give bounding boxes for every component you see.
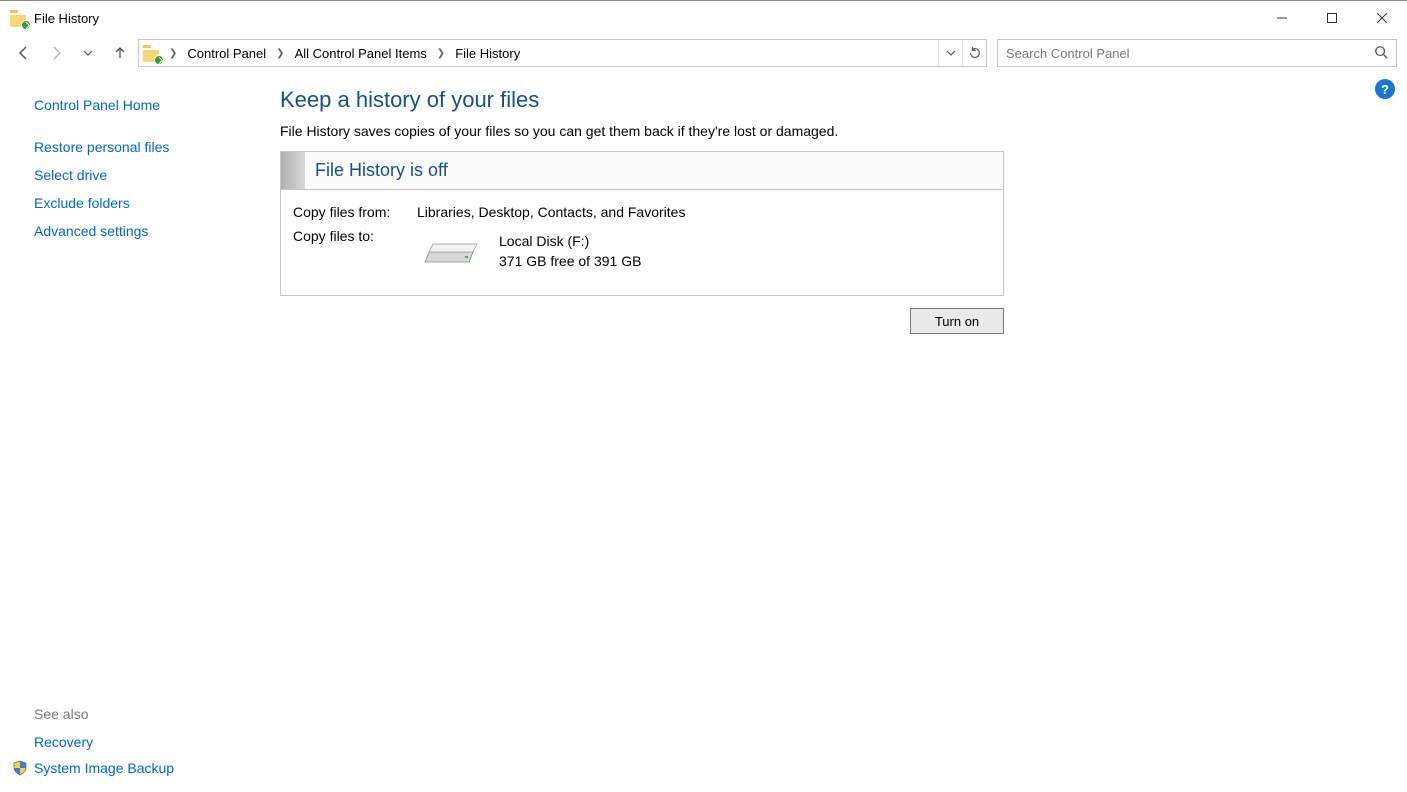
main-content: ? Keep a history of your files File Hist… (260, 71, 1407, 792)
status-panel: File History is off Copy files from: Lib… (280, 151, 1004, 296)
drive-space: 371 GB free of 391 GB (499, 252, 641, 272)
chevron-right-icon[interactable]: ❯ (165, 48, 181, 59)
copy-to-label: Copy files to: (293, 228, 417, 271)
page-subtext: File History saves copies of your files … (280, 123, 1383, 139)
refresh-button[interactable] (962, 40, 986, 66)
maximize-button[interactable] (1307, 1, 1357, 35)
file-history-app-icon (10, 9, 28, 27)
sidebar-select-drive[interactable]: Select drive (34, 161, 248, 189)
turn-on-button[interactable]: Turn on (910, 308, 1004, 334)
help-icon[interactable]: ? (1375, 79, 1395, 99)
copy-from-label: Copy files from: (293, 204, 417, 220)
chevron-right-icon[interactable]: ❯ (433, 48, 449, 59)
forward-button[interactable] (42, 40, 70, 66)
minimize-button[interactable] (1257, 1, 1307, 35)
status-panel-header: File History is off (281, 152, 1003, 190)
status-indicator-icon (281, 152, 305, 189)
sidebar-exclude-folders[interactable]: Exclude folders (34, 189, 248, 217)
search-input[interactable] (1006, 46, 1388, 61)
window-controls (1257, 1, 1407, 35)
breadcrumb-file-history[interactable]: File History (449, 40, 526, 66)
search-box[interactable] (997, 39, 1397, 67)
sidebar-restore-files[interactable]: Restore personal files (34, 133, 248, 161)
status-title: File History is off (305, 160, 448, 181)
address-dropdown[interactable] (938, 40, 962, 66)
address-bar[interactable]: ❯ Control Panel ❯ All Control Panel Item… (138, 39, 987, 67)
address-bar-icon (143, 44, 161, 62)
sidebar-home[interactable]: Control Panel Home (34, 91, 248, 119)
back-button[interactable] (10, 40, 38, 66)
titlebar: File History (0, 1, 1407, 35)
sidebar-advanced-settings[interactable]: Advanced settings (34, 217, 248, 245)
drive-name: Local Disk (F:) (499, 232, 641, 252)
search-icon[interactable] (1374, 45, 1388, 62)
copy-from-value: Libraries, Desktop, Contacts, and Favori… (417, 204, 685, 220)
breadcrumb-all-items[interactable]: All Control Panel Items (289, 40, 433, 66)
chevron-right-icon[interactable]: ❯ (272, 48, 288, 59)
navigation-row: ❯ Control Panel ❯ All Control Panel Item… (0, 35, 1407, 71)
see-also-recovery[interactable]: Recovery (34, 728, 248, 756)
drive-icon (421, 232, 481, 266)
page-heading: Keep a history of your files (280, 87, 1383, 113)
sidebar: Control Panel Home Restore personal file… (0, 71, 260, 792)
shield-icon (12, 760, 28, 776)
history-dropdown[interactable] (74, 40, 102, 66)
up-button[interactable] (106, 40, 134, 66)
see-also-system-image-backup[interactable]: System Image Backup (34, 756, 174, 780)
close-button[interactable] (1357, 1, 1407, 35)
see-also-label: See also (34, 700, 248, 728)
window-title: File History (34, 11, 99, 26)
breadcrumb-control-panel[interactable]: Control Panel (181, 40, 272, 66)
